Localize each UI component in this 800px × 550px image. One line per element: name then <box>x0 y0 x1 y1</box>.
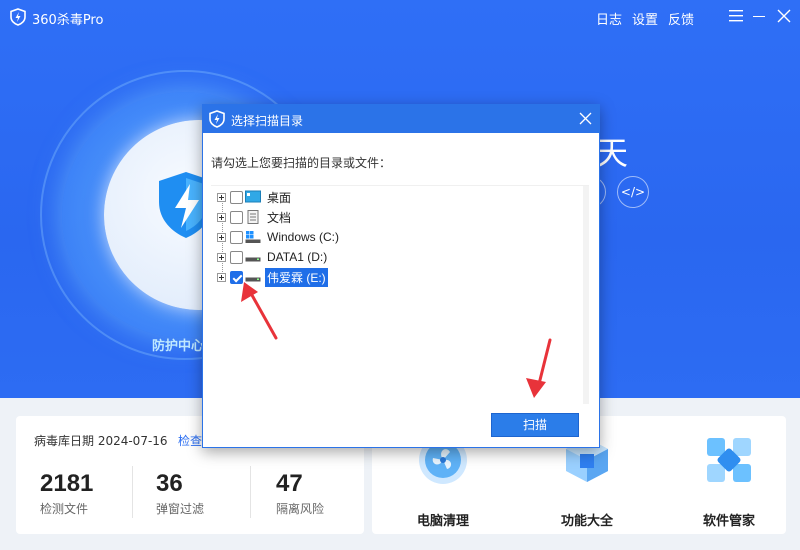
log-link[interactable]: 日志 <box>596 9 622 28</box>
tool-all-features[interactable]: 功能大全 <box>542 434 632 529</box>
directory-tree: 桌面 文档 Windows (C:) DATA1 (D:) 伟爱霖 (E:) <box>211 185 589 404</box>
check-update-link[interactable]: 检查 <box>178 432 202 449</box>
desktop-icon <box>245 190 261 203</box>
windows-drive-icon <box>245 231 261 243</box>
tree-checkbox[interactable] <box>230 250 243 264</box>
stat-scanned-files: 2181 检测文件 <box>40 470 93 517</box>
minimize-icon[interactable] <box>753 16 765 17</box>
menu-icon[interactable] <box>729 10 743 22</box>
tree-checkbox-checked[interactable] <box>230 270 243 284</box>
shield-logo-icon <box>10 8 26 26</box>
tree-node-desktop[interactable]: 桌面 <box>217 188 293 206</box>
close-icon[interactable] <box>579 112 592 125</box>
document-icon <box>247 210 259 224</box>
divider <box>250 466 251 518</box>
close-icon[interactable] <box>777 9 791 23</box>
expand-icon[interactable] <box>217 192 226 202</box>
tree-node-label-selected: 伟爱霖 (E:) <box>265 267 328 287</box>
scan-button[interactable]: 扫描 <box>491 413 579 437</box>
tree-node-drive-d[interactable]: DATA1 (D:) <box>217 248 329 266</box>
expand-icon[interactable] <box>217 232 226 242</box>
drive-icon <box>245 257 261 262</box>
tree-node-drive-e[interactable]: 伟爱霖 (E:) <box>217 267 328 287</box>
dialog-title-bar: 选择扫描目录 <box>203 105 599 133</box>
stat-value: 47 <box>276 470 303 497</box>
title-bar-links: 日志 设置 反馈 <box>596 9 694 28</box>
stat-value: 36 <box>156 470 183 497</box>
tree-checkbox[interactable] <box>230 190 243 204</box>
tool-label: 功能大全 <box>560 514 613 529</box>
select-scan-directory-dialog: 选择扫描目录 请勾选上您要扫描的目录或文件： 桌面 文档 Windows (C:… <box>202 104 600 448</box>
stat-label: 隔离风险 <box>276 502 325 516</box>
expand-icon[interactable] <box>217 212 226 222</box>
shield-logo-icon <box>209 110 225 128</box>
tree-node-label: 文档 <box>267 210 292 225</box>
expand-icon[interactable] <box>217 272 226 282</box>
dialog-prompt: 请勾选上您要扫描的目录或文件： <box>211 156 392 170</box>
hero-headline: 天 <box>596 134 629 172</box>
stat-value: 2181 <box>40 470 94 497</box>
protection-center-label[interactable]: 防护中心 <box>152 335 204 354</box>
dialog-title: 选择扫描目录 <box>231 114 304 128</box>
tree-node-drive-c[interactable]: Windows (C:) <box>217 228 341 246</box>
tool-software-manager[interactable]: 软件管家 <box>684 434 774 529</box>
tool-label: 电脑清理 <box>416 514 469 529</box>
settings-link[interactable]: 设置 <box>632 9 658 28</box>
stat-quarantine: 47 隔离风险 <box>276 470 324 517</box>
tool-label: 软件管家 <box>702 514 755 529</box>
tree-node-label: 桌面 <box>267 190 292 205</box>
virus-db-date: 病毒库日期 2024-07-16 <box>34 434 168 448</box>
expand-icon[interactable] <box>217 252 226 262</box>
tree-node-label: Windows (C:) <box>267 230 340 244</box>
app-title: 360杀毒Pro <box>32 13 104 28</box>
tree-node-label: DATA1 (D:) <box>267 250 328 264</box>
stat-label: 检测文件 <box>40 502 89 516</box>
feedback-link[interactable]: 反馈 <box>668 9 694 28</box>
tree-checkbox[interactable] <box>230 230 243 244</box>
stat-popup-filter: 36 弹窗过滤 <box>156 470 204 517</box>
divider <box>132 466 133 518</box>
software-manager-icon <box>707 438 751 482</box>
stat-label: 弹窗过滤 <box>156 502 205 516</box>
title-bar: 360杀毒Pro 日志 设置 反馈 <box>0 0 800 34</box>
tree-checkbox[interactable] <box>230 210 243 224</box>
tool-pc-clean[interactable]: 电脑清理 <box>398 434 488 529</box>
drive-icon <box>245 277 261 282</box>
code-icon[interactable]: </> <box>617 176 649 208</box>
tree-scrollbar[interactable] <box>583 186 589 404</box>
tree-node-documents[interactable]: 文档 <box>217 208 293 226</box>
